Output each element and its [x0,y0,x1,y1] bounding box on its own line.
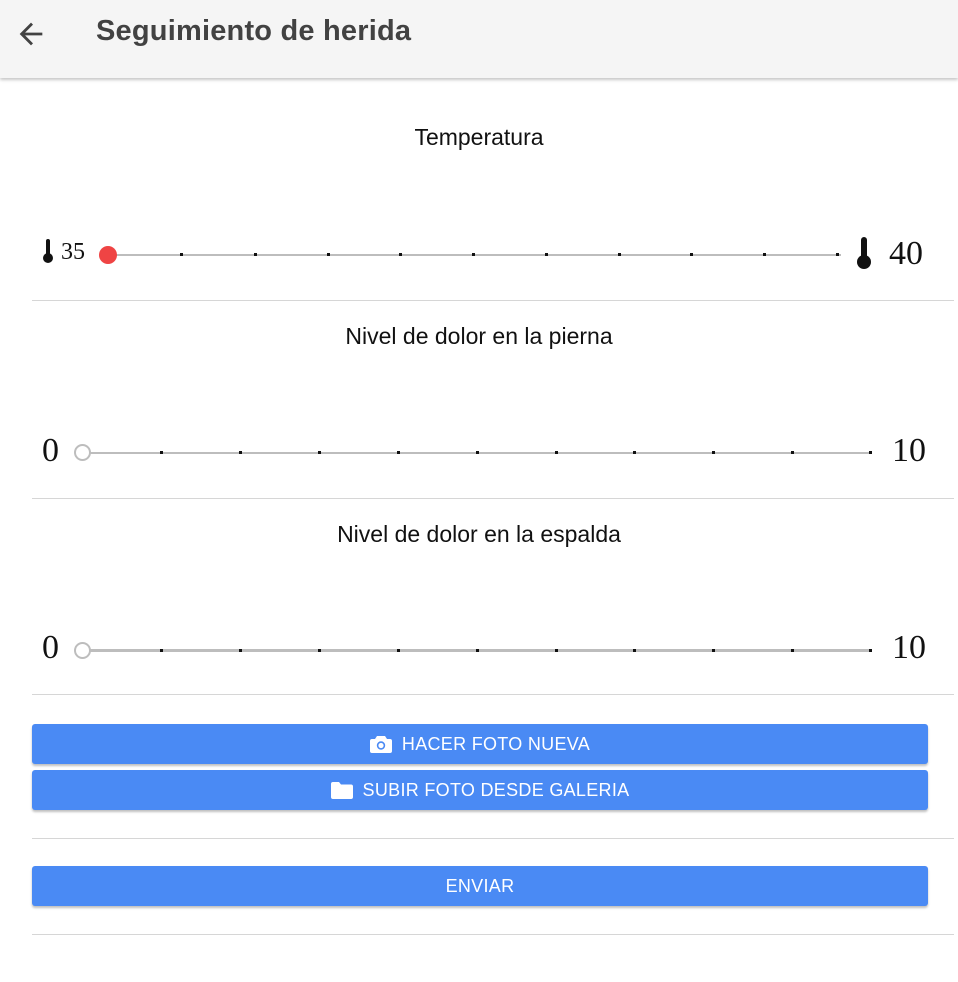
tick [239,451,242,454]
app-toolbar: Seguimiento de herida [0,0,958,78]
back-button[interactable] [14,17,48,51]
tick [318,451,321,454]
thermometer-icon [43,239,53,263]
temperature-min-label: 35 [61,239,85,265]
tick [791,451,794,454]
back-arrow-icon [19,22,43,46]
back-pain-min-label: 0 [42,629,59,666]
camera-icon [369,736,392,753]
tick [633,451,636,454]
tick [618,253,621,256]
divider [32,300,954,301]
thermometer-icon [857,237,871,269]
leg-pain-slider[interactable]: 0 10 [0,423,958,483]
temperature-title: Temperatura [414,124,544,150]
upload-photo-label: SUBIR FOTO DESDE GALERIA [362,779,630,800]
tick [397,649,400,652]
page-title: Seguimiento de herida [96,15,412,47]
leg-pain-title: Nivel de dolor en la pierna [345,323,613,349]
divider [32,498,954,499]
tick [472,253,475,256]
tick [712,451,715,454]
tick [160,649,163,652]
tick [180,253,183,256]
divider [32,838,954,839]
tick [254,253,257,256]
tick [712,649,715,652]
leg-pain-slider-knob[interactable] [74,444,91,461]
tick [397,451,400,454]
tick [160,451,163,454]
tick [791,649,794,652]
tick [318,649,321,652]
tick [476,451,479,454]
folder-icon [330,781,353,799]
divider [32,694,954,695]
take-photo-label: HACER FOTO NUEVA [401,733,591,754]
tick [555,451,558,454]
tick [476,649,479,652]
send-button[interactable]: ENVIAR [32,866,928,906]
tick [633,649,636,652]
back-pain-slider[interactable]: 0 10 [0,620,958,680]
tick [399,253,402,256]
back-pain-title: Nivel de dolor en la espalda [337,521,621,547]
upload-photo-button[interactable]: SUBIR FOTO DESDE GALERIA [32,770,928,810]
tick [869,451,872,454]
back-pain-slider-knob[interactable] [74,642,91,659]
tick [869,649,872,652]
temperature-max-label: 40 [889,235,923,272]
tick [836,253,839,256]
send-label: ENVIAR [445,875,515,896]
leg-pain-max-label: 10 [892,432,926,469]
back-pain-max-label: 10 [892,629,926,666]
tick [545,253,548,256]
temperature-slider-knob[interactable] [99,246,117,264]
take-photo-button[interactable]: HACER FOTO NUEVA [32,724,928,764]
tick [763,253,766,256]
tick [555,649,558,652]
divider [32,934,954,935]
tick [327,253,330,256]
tick [239,649,242,652]
tick [690,253,693,256]
leg-pain-min-label: 0 [42,432,59,469]
temperature-slider[interactable]: 35 40 [0,225,958,285]
